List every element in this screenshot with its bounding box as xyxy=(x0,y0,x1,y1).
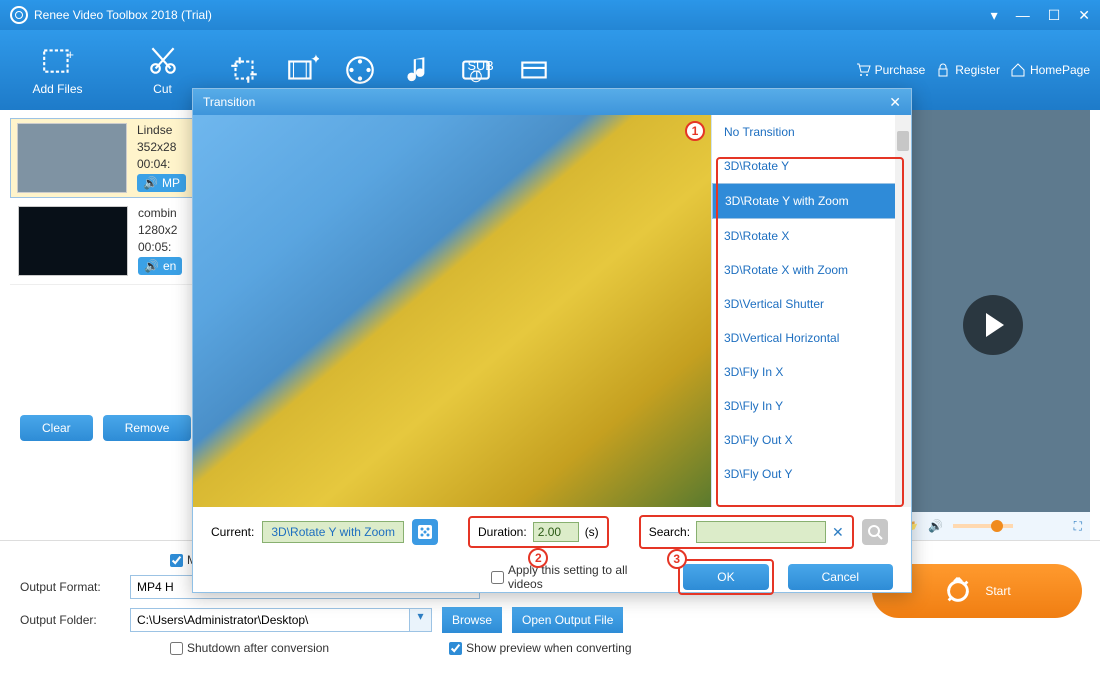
dialog-title: Transition xyxy=(203,95,255,109)
file-duration: 00:05: xyxy=(138,240,182,254)
cancel-button[interactable]: Cancel xyxy=(788,564,893,590)
annotation-box-ok: OK xyxy=(678,559,773,595)
preview-checkbox[interactable]: Show preview when converting xyxy=(449,641,631,655)
transition-item[interactable]: 3D\Rotate Y xyxy=(712,149,911,183)
music-note-icon xyxy=(401,53,435,87)
file-thumbnail xyxy=(17,123,127,193)
random-button[interactable] xyxy=(412,519,438,545)
scissors-icon xyxy=(146,44,180,78)
film-add-icon: + xyxy=(41,44,75,78)
transition-item[interactable]: 3D\Fly Out Y xyxy=(712,457,911,491)
output-format-label: Output Format: xyxy=(20,580,120,594)
file-name: combin xyxy=(138,206,182,220)
card-icon xyxy=(517,53,551,87)
purchase-link[interactable]: Purchase xyxy=(855,62,926,78)
add-files-button[interactable]: + Add Files xyxy=(10,35,105,105)
cart-icon xyxy=(855,62,871,78)
no-transition-item[interactable]: No Transition xyxy=(712,115,911,149)
file-name: Lindse xyxy=(137,123,186,137)
home-icon xyxy=(1010,62,1026,78)
current-label: Current: xyxy=(211,525,254,539)
dialog-titlebar: Transition ✕ xyxy=(193,89,911,115)
film-sparkle-icon: ✦ xyxy=(285,53,319,87)
file-resolution: 1280x2 xyxy=(138,223,182,237)
transition-item[interactable]: 3D\Vertical Horizontal xyxy=(712,321,911,355)
search-icon xyxy=(867,524,883,540)
file-audio-tag[interactable]: 🔊MP xyxy=(137,174,186,192)
ok-button[interactable]: OK xyxy=(683,564,768,590)
dropdown-icon[interactable]: ▾ xyxy=(991,7,998,24)
file-audio-tag[interactable]: 🔊en xyxy=(138,257,182,275)
clear-button[interactable]: Clear xyxy=(20,415,93,441)
crop-icon xyxy=(227,53,261,87)
scrollbar[interactable] xyxy=(895,115,911,507)
preview-panel: 📂 🔊 ⛶ xyxy=(895,110,1090,540)
remove-button[interactable]: Remove xyxy=(103,415,192,441)
refresh-icon xyxy=(943,576,973,606)
fullscreen-icon[interactable]: ⛶ xyxy=(1074,519,1082,534)
apply-all-checkbox[interactable]: Apply this setting to all videos xyxy=(491,563,664,591)
svg-text:+: + xyxy=(66,47,73,62)
lock-icon xyxy=(935,62,951,78)
sound-icon: 🔊 xyxy=(144,259,159,273)
duration-label: Duration: xyxy=(478,525,527,539)
transition-item[interactable]: 3D\Vertical Shutter xyxy=(712,287,911,321)
sound-icon: 🔊 xyxy=(143,176,158,190)
titlebar: Renee Video Toolbox 2018 (Trial) ▾ — ☐ ✕ xyxy=(0,0,1100,30)
dialog-close-button[interactable]: ✕ xyxy=(889,94,901,111)
duration-unit: (s) xyxy=(585,525,599,539)
transition-list[interactable]: No Transition 3D\Rotate Y3D\Rotate Y wit… xyxy=(711,115,911,507)
transition-item[interactable]: 3D\Fly Out X xyxy=(712,423,911,457)
reel-icon xyxy=(343,53,377,87)
register-link[interactable]: Register xyxy=(935,62,1000,78)
transition-item[interactable]: 3D\Fly In X xyxy=(712,355,911,389)
clear-search-button[interactable]: ✕ xyxy=(832,524,844,541)
shutdown-checkbox[interactable]: Shutdown after conversion xyxy=(170,641,329,655)
transition-preview: 1 xyxy=(193,115,711,507)
duration-input[interactable] xyxy=(533,522,579,542)
current-value: 3D\Rotate Y with Zoom xyxy=(262,521,404,543)
minimize-button[interactable]: — xyxy=(1016,7,1030,23)
file-duration: 00:04: xyxy=(137,157,186,171)
duration-box: Duration: (s) 2 xyxy=(468,516,609,548)
transition-item[interactable]: 3D\Fly In Y xyxy=(712,389,911,423)
search-label: Search: xyxy=(649,525,690,539)
file-thumbnail xyxy=(18,206,128,276)
dice-icon xyxy=(417,524,433,540)
maximize-button[interactable]: ☐ xyxy=(1048,7,1061,24)
transition-item[interactable]: 3D\Rotate Y with Zoom xyxy=(712,183,911,219)
close-button[interactable]: ✕ xyxy=(1078,7,1090,24)
search-box: Search: ✕ 3 xyxy=(639,515,854,549)
app-title: Renee Video Toolbox 2018 (Trial) xyxy=(34,8,212,22)
search-button[interactable] xyxy=(862,519,888,545)
play-button[interactable] xyxy=(963,295,1023,355)
svg-text:T: T xyxy=(473,68,481,83)
preview-controls: 📂 🔊 ⛶ xyxy=(895,512,1090,540)
homepage-link[interactable]: HomePage xyxy=(1010,62,1090,78)
annotation-badge-2: 2 xyxy=(528,548,548,568)
app-logo-icon xyxy=(10,6,28,24)
transition-dialog: Transition ✕ 1 No Transition 3D\Rotate Y… xyxy=(192,88,912,593)
file-resolution: 352x28 xyxy=(137,140,186,154)
volume-icon[interactable]: 🔊 xyxy=(928,519,943,533)
transition-item[interactable]: 3D\Rotate X with Zoom xyxy=(712,253,911,287)
annotation-badge-1: 1 xyxy=(685,121,705,141)
svg-text:✦: ✦ xyxy=(311,53,320,67)
volume-slider[interactable] xyxy=(953,524,1013,528)
transition-item[interactable]: 3D\Rotate X xyxy=(712,219,911,253)
annotation-badge-3: 3 xyxy=(667,549,687,569)
output-folder-label: Output Folder: xyxy=(20,613,120,627)
subtitle-icon: SUBT xyxy=(459,53,493,87)
search-input[interactable] xyxy=(696,521,826,543)
